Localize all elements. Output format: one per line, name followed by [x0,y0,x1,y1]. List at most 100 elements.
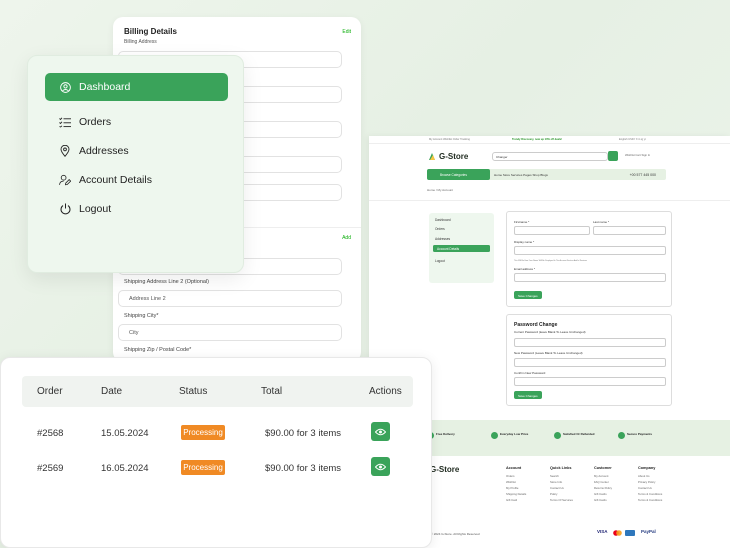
shipping-address2-field[interactable]: Address Line 2 [118,290,342,307]
order-number[interactable]: #2569 [37,463,63,474]
display-name-label: Display name * [514,240,535,244]
view-order-button[interactable] [371,422,390,441]
save-changes-button[interactable]: Save Changes [514,291,542,299]
footer-link[interactable]: Terms & Conditions [638,492,662,496]
nav-links[interactable]: Home Store Services Pages Shop Blogs [494,173,548,177]
feature-refunded: Satisfied Or Refunded [563,432,595,436]
footer-link[interactable]: Returns Policy [594,486,612,490]
footer-col-customer: Customer [594,466,612,470]
price-icon [491,432,498,439]
save-password-button[interactable]: Save Changes [514,391,542,399]
new-password-input[interactable] [514,358,666,367]
phone-number: +00 577 445 000 [629,172,656,177]
display-name-hint: This Will Be How Your Name Will Be Displ… [514,260,587,262]
store-sidebar-logout[interactable]: Logout [435,259,445,263]
top-links[interactable]: My Account Wishlist Order Tracking [429,138,470,141]
store-sidebar-dashboard[interactable]: Dashboard [435,218,451,222]
shipping-address2-label: Shipping Address Line 2 (Optional) [124,279,209,285]
firstname-input[interactable] [514,226,590,235]
store-sidebar: Dashboard Orders Addresses Account Detai… [429,213,494,283]
search-button[interactable] [608,151,618,161]
footer-link[interactable]: My Profile [506,486,518,490]
user-icon [59,81,71,93]
footer-link[interactable]: Terms Of Services [550,498,573,502]
mastercard-icon [613,530,622,536]
store-logo[interactable]: G-Store [428,152,468,161]
store-sidebar-account-details[interactable]: Account Details [433,245,490,252]
user-edit-icon [59,174,71,186]
store-sidebar-addresses[interactable]: Addresses [435,237,450,241]
footer-col-account: Account [506,466,522,470]
sidebar-item-label: Addresses [79,145,129,157]
edit-link[interactable]: Edit [342,29,351,35]
confirm-password-label: Confirm New Password [514,371,546,375]
sidebar-item-addresses[interactable]: Addresses [45,137,228,165]
footer-link[interactable]: Policy [550,492,557,496]
sidebar-item-label: Orders [79,116,112,128]
store-sidebar-orders[interactable]: Orders [435,227,445,231]
password-change-form: Password Change Current Password (leave … [506,314,672,406]
list-icon [59,116,71,128]
footer-link[interactable]: Contact Us [638,486,652,490]
amex-icon [625,530,635,536]
order-date: 16.05.2024 [101,463,149,474]
top-right-links[interactable]: English USD f X in ig yt [619,138,646,141]
feature-secure-payments: Secure Payments [627,432,653,436]
status-badge: Processing [181,425,225,440]
order-number[interactable]: #2568 [37,428,63,439]
confirm-password-input[interactable] [514,377,666,386]
sidebar-item-orders[interactable]: Orders [45,108,228,136]
footer-link[interactable]: Search [550,474,559,478]
browse-categories-button[interactable]: Browse Categories [427,169,490,180]
email-label: Email address * [514,267,536,271]
footer-link[interactable]: Terms & Conditions [638,498,662,502]
order-total: $90.00 for 3 items [265,463,342,474]
footer-link[interactable]: Privacy Policy [638,480,655,484]
footer-link[interactable]: Gift Cards [594,492,607,496]
footer-link[interactable]: Shipping Details [506,492,526,496]
sidebar-item-label: Logout [79,203,112,215]
status-badge: Processing [181,460,225,475]
sidebar-item-logout[interactable]: Logout [45,195,228,223]
footer-link[interactable]: Store Info [550,480,562,484]
col-date: Date [101,386,123,397]
footer-link[interactable]: Orders [506,474,515,478]
location-icon [59,145,71,157]
footer-link[interactable]: Wishlist [506,480,516,484]
visa-icon: VISA [597,529,608,534]
footer-link[interactable]: Gift Cards [594,498,607,502]
add-link[interactable]: Add [342,235,351,241]
orders-table: Order Date Status Total Actions #2568 15… [0,357,432,548]
password-change-title: Password Change [514,322,558,328]
footer-link[interactable]: My Account [594,474,608,478]
account-sidebar: Dashboard Orders Addresses Account Detai… [27,55,244,273]
shipping-city-label: Shipping City* [124,313,159,319]
col-total: Total [261,386,283,397]
search-input[interactable]: Changer [492,152,608,161]
footer-link[interactable]: About Us [638,474,650,478]
col-order: Order [37,386,63,397]
breadcrumb[interactable]: Home / My Account [427,188,453,192]
footer-link[interactable]: Gift Card [506,498,517,502]
nav-bar: Browse Categories Home Store Services Pa… [427,169,666,180]
top-bar: My Account Wishlist Order Tracking Trend… [369,136,730,144]
power-icon [59,203,71,215]
divider [369,200,730,201]
current-password-input[interactable] [514,338,666,347]
sidebar-item-account-details[interactable]: Account Details [45,166,228,194]
lastname-input[interactable] [593,226,666,235]
view-order-button[interactable] [371,457,390,476]
header-icons[interactable]: Wishlist Cart Sign In [625,153,650,157]
footer-link[interactable]: FAQ Center [594,480,609,484]
lastname-label: Last name * [593,220,610,224]
firstname-label: Firstname * [514,220,530,224]
email-input[interactable] [514,273,666,282]
order-date: 15.05.2024 [101,428,149,439]
footer-link[interactable]: Contact Us [550,486,564,490]
shipping-city-field[interactable]: City [118,324,342,341]
display-name-input[interactable] [514,246,666,255]
order-total: $90.00 for 3 items [265,428,342,439]
sidebar-item-dashboard[interactable]: Dashboard [45,73,228,101]
footer-col-quick-links: Quick Links [550,466,572,470]
eye-icon [375,463,386,470]
